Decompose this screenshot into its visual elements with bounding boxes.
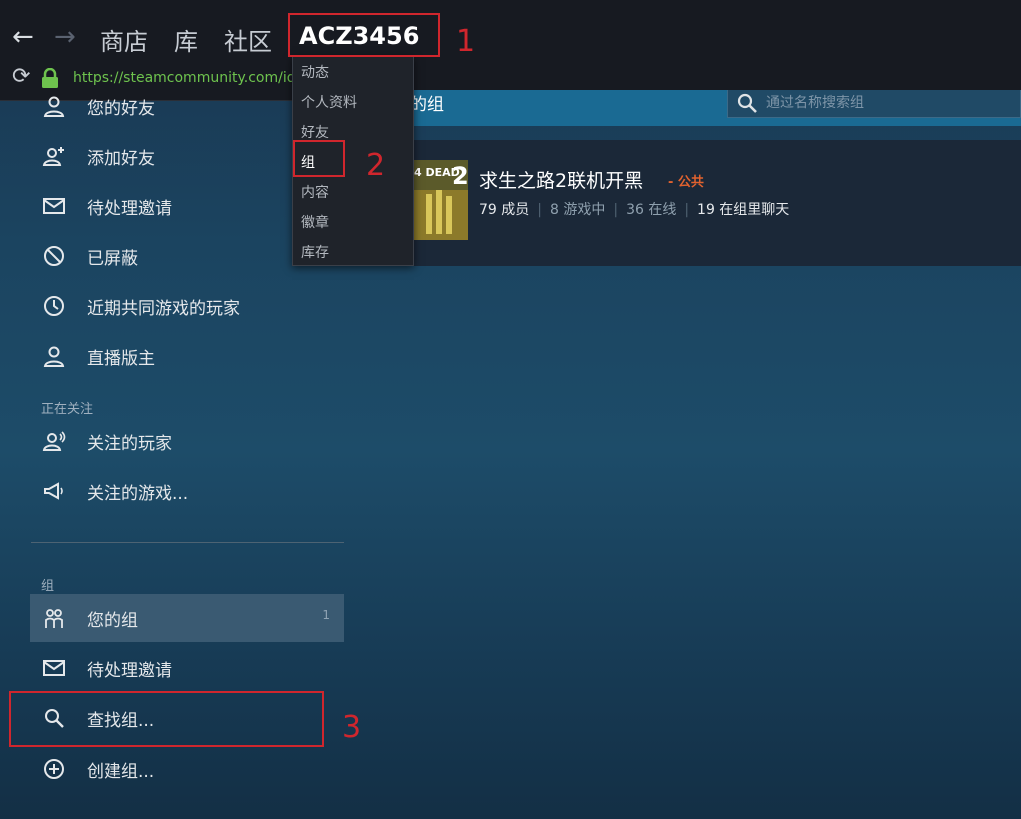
sidebar-item-label: 直播版主 [87, 349, 155, 369]
section-label-groups: 组 [41, 579, 55, 594]
annotation-number-3: 3 [342, 710, 362, 745]
menu-item-inventory[interactable]: 库存 [301, 242, 329, 262]
menu-item-activity[interactable]: 动态 [301, 62, 329, 82]
group-name[interactable]: 求生之路2联机开黑 [479, 166, 643, 193]
clock-icon [44, 296, 64, 316]
add-person-icon [42, 147, 64, 166]
megaphone-icon [44, 482, 63, 500]
annotation-number-1: 1 [456, 24, 476, 59]
sidebar-divider [31, 542, 344, 543]
sidebar-item-label: 您的好友 [87, 99, 155, 119]
search-icon [737, 93, 757, 113]
svg-text:2: 2 [452, 162, 468, 190]
group-count-badge: 1 [322, 608, 330, 622]
sidebar-item-label: 添加好友 [87, 149, 155, 169]
sidebar-item-group-invites[interactable]: 待处理邀请 [30, 644, 344, 692]
sidebar-item-your-groups[interactable]: 您的组 1 [30, 594, 344, 642]
reload-icon[interactable]: ⟳ [12, 64, 30, 89]
menu-item-badges[interactable]: 徽章 [301, 212, 329, 232]
sidebar-item-label: 待处理邀请 [87, 661, 172, 681]
sidebar-item-create-group[interactable]: 创建组... [30, 745, 344, 793]
plus-circle-icon [44, 759, 64, 779]
menu-item-profile[interactable]: 个人资料 [301, 92, 357, 112]
sidebar-item-label: 创建组... [87, 762, 155, 782]
section-label-following: 正在关注 [41, 402, 94, 417]
person-icon [43, 96, 65, 117]
arrow-right-icon[interactable]: → [54, 22, 76, 52]
annotation-box-2 [293, 140, 345, 177]
group-icon [45, 609, 63, 628]
arrow-left-icon[interactable]: ← [12, 22, 34, 52]
group-stats: 79 成员 | 8 游戏中 | 36 在线 | 19 在组里聊天 [479, 202, 790, 218]
groups-header-title: 的组 [410, 95, 444, 115]
person-icon [43, 346, 65, 367]
sidebar-item-label: 关注的玩家 [87, 434, 172, 454]
group-in-game: 8 游戏中 [549, 202, 606, 218]
annotation-number-2: 2 [366, 148, 386, 183]
sidebar-item-label: 关注的游戏... [87, 484, 189, 504]
group-online: 36 在线 [626, 202, 677, 218]
sidebar-item-followed-players[interactable]: 关注的玩家 [30, 417, 344, 465]
nav-community[interactable]: 社区 [224, 22, 272, 57]
envelope-icon [43, 660, 65, 676]
person-follow-icon [42, 431, 66, 451]
sidebar-item-label: 待处理邀请 [87, 199, 172, 219]
group-visibility: - 公共 [668, 175, 704, 190]
group-search-placeholder: 通过名称搜索组 [766, 95, 864, 111]
group-members: 79 成员 [479, 202, 530, 218]
sidebar-item-label: 您的组 [87, 611, 138, 631]
menu-item-friends[interactable]: 好友 [301, 122, 329, 142]
menu-item-content[interactable]: 内容 [301, 182, 329, 202]
envelope-icon [43, 198, 65, 214]
annotation-box-1 [288, 13, 440, 57]
sidebar-item-recent-players[interactable]: 近期共同游戏的玩家 [30, 282, 344, 330]
group-avatar[interactable]: 4 DEAD 2 [412, 160, 468, 240]
sidebar-item-label: 近期共同游戏的玩家 [87, 299, 240, 319]
sidebar-item-followed-games[interactable]: 关注的游戏... [30, 467, 344, 515]
sidebar-item-label: 已屏蔽 [87, 249, 138, 269]
group-in-chat: 19 在组里聊天 [697, 202, 790, 218]
blocked-icon [44, 246, 64, 266]
annotation-box-3 [9, 691, 324, 747]
nav-library[interactable]: 库 [174, 22, 198, 57]
sidebar-item-broadcast-moderators[interactable]: 直播版主 [30, 332, 344, 380]
nav-store[interactable]: 商店 [100, 22, 148, 57]
